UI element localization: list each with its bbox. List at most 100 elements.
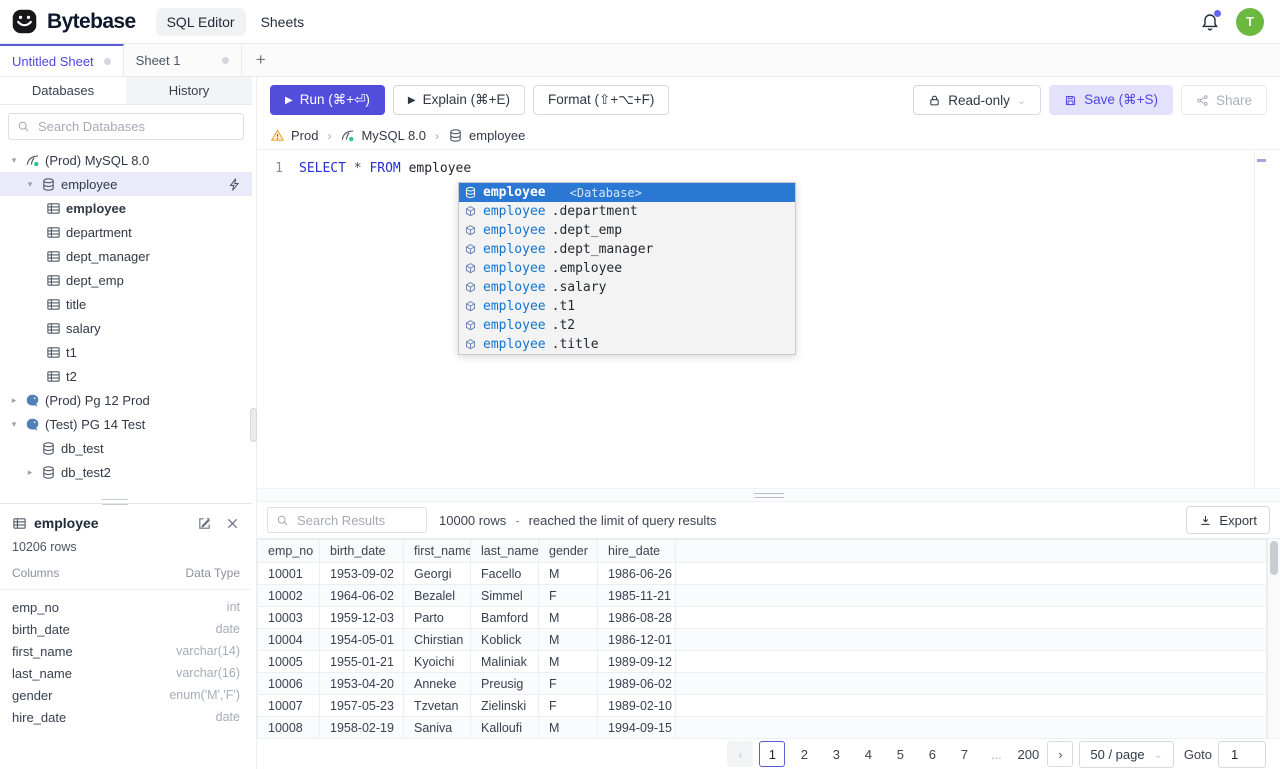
- share-button[interactable]: Share: [1180, 85, 1267, 115]
- nav-sql-editor[interactable]: SQL Editor: [155, 7, 246, 36]
- table-cell[interactable]: Maliniak: [470, 650, 539, 673]
- table-cell[interactable]: Anneke: [403, 672, 471, 695]
- tree-item-pg14-instance[interactable]: ▾ (Test) PG 14 Test: [0, 412, 252, 436]
- table-row[interactable]: 10004 1954-05-01 Chirstian Koblick M 1986-12-…: [257, 628, 1267, 651]
- tree-item-mysql-instance[interactable]: ▾ (Prod) MySQL 8.0: [0, 148, 252, 172]
- page-button-6[interactable]: 6: [919, 741, 945, 767]
- caret-right-icon[interactable]: ▸: [24, 467, 36, 478]
- table-cell[interactable]: 1985-11-21: [597, 584, 676, 607]
- sidebar-resize-handle[interactable]: [250, 408, 257, 442]
- tree-item-pg12-instance[interactable]: ▸ (Prod) Pg 12 Prod: [0, 388, 252, 412]
- tree-item-table-salary[interactable]: salary: [0, 316, 252, 340]
- tree-item-table-title[interactable]: title: [0, 292, 252, 316]
- table-cell[interactable]: Simmel: [470, 584, 539, 607]
- table-cell[interactable]: Koblick: [470, 628, 539, 651]
- table-cell[interactable]: 1989-06-02: [597, 672, 676, 695]
- table-cell[interactable]: Bezalel: [403, 584, 471, 607]
- table-row[interactable]: 10005 1955-01-21 Kyoichi Maliniak M 1989-09-1…: [257, 650, 1267, 673]
- suggest-item[interactable]: employee .salary: [459, 278, 795, 297]
- page-button-5[interactable]: 5: [887, 741, 913, 767]
- table-cell[interactable]: Tzvetan: [403, 694, 471, 717]
- table-cell[interactable]: 1994-09-15: [597, 716, 676, 738]
- table-row[interactable]: 10001 1953-09-02 Georgi Facello M 1986-06-26: [257, 562, 1267, 585]
- tree-item-employee-db[interactable]: ▾ employee: [0, 172, 252, 196]
- table-cell[interactable]: 10002: [257, 584, 320, 607]
- next-page-button[interactable]: ›: [1047, 741, 1074, 767]
- table-cell[interactable]: 1986-12-01: [597, 628, 676, 651]
- tab-dirty-indicator[interactable]: [221, 56, 229, 64]
- tab-databases[interactable]: Databases: [0, 77, 126, 104]
- breadcrumb-env[interactable]: Prod: [270, 128, 318, 143]
- search-databases-input[interactable]: [36, 118, 235, 135]
- table-cell[interactable]: 1955-01-21: [319, 650, 404, 673]
- table-cell[interactable]: 1957-05-23: [319, 694, 404, 717]
- caret-down-icon[interactable]: ▾: [24, 179, 36, 190]
- table-cell[interactable]: Georgi: [403, 562, 471, 585]
- suggest-item[interactable]: employee .t1: [459, 297, 795, 316]
- column-header[interactable]: last_name: [470, 539, 539, 563]
- page-button-7[interactable]: 7: [951, 741, 977, 767]
- table-cell[interactable]: F: [538, 584, 598, 607]
- editor-minimap[interactable]: [1254, 150, 1266, 488]
- table-cell[interactable]: Kyoichi: [403, 650, 471, 673]
- code-line[interactable]: 1 SELECT * FROM employee: [257, 159, 1280, 178]
- table-cell[interactable]: 1986-08-28: [597, 606, 676, 629]
- suggest-item[interactable]: employee .department: [459, 202, 795, 221]
- table-cell[interactable]: M: [538, 650, 598, 673]
- column-header[interactable]: first_name: [403, 539, 471, 563]
- table-row[interactable]: 10002 1964-06-02 Bezalel Simmel F 1985-11-21: [257, 584, 1267, 607]
- search-results-input[interactable]: [295, 511, 418, 529]
- table-cell[interactable]: Chirstian: [403, 628, 471, 651]
- table-cell[interactable]: 10004: [257, 628, 320, 651]
- prev-page-button[interactable]: ‹: [727, 741, 754, 767]
- table-cell[interactable]: 10003: [257, 606, 320, 629]
- table-cell[interactable]: 1959-12-03: [319, 606, 404, 629]
- column-header[interactable]: birth_date: [319, 539, 404, 563]
- page-button-2[interactable]: 2: [791, 741, 817, 767]
- table-cell[interactable]: M: [538, 562, 598, 585]
- table-cell[interactable]: Saniva: [403, 716, 471, 738]
- avatar[interactable]: T: [1236, 7, 1264, 36]
- tree-item-table-department[interactable]: department: [0, 220, 252, 244]
- table-cell[interactable]: 10001: [257, 562, 320, 585]
- table-cell[interactable]: 1986-06-26: [597, 562, 676, 585]
- table-cell[interactable]: M: [538, 628, 598, 651]
- table-cell[interactable]: 10005: [257, 650, 320, 673]
- suggest-item[interactable]: employee .title: [459, 335, 795, 354]
- tree-item-table-dept-manager[interactable]: dept_manager: [0, 244, 252, 268]
- tab-history[interactable]: History: [126, 77, 252, 104]
- suggest-item[interactable]: employee .dept_manager: [459, 240, 795, 259]
- table-cell[interactable]: M: [538, 716, 598, 738]
- table-cell[interactable]: 1989-09-12: [597, 650, 676, 673]
- table-cell[interactable]: 1953-04-20: [319, 672, 404, 695]
- table-cell[interactable]: Preusig: [470, 672, 539, 695]
- readonly-mode-button[interactable]: Read-only ⌄: [913, 85, 1042, 115]
- panel-resize-handle[interactable]: [102, 499, 128, 505]
- close-icon[interactable]: [225, 516, 240, 531]
- caret-down-icon[interactable]: ▾: [8, 155, 20, 166]
- table-cell[interactable]: 10008: [257, 716, 320, 738]
- tree-item-table-t1[interactable]: t1: [0, 340, 252, 364]
- notification-bell-icon[interactable]: [1200, 9, 1221, 32]
- database-search[interactable]: [8, 113, 244, 140]
- table-cell[interactable]: 1958-02-19: [319, 716, 404, 738]
- suggest-item[interactable]: employee .t2: [459, 316, 795, 335]
- results-search[interactable]: [267, 507, 427, 533]
- column-header[interactable]: hire_date: [597, 539, 676, 563]
- table-cell[interactable]: 10006: [257, 672, 320, 695]
- results-splitter[interactable]: [257, 488, 1280, 502]
- table-cell[interactable]: 1964-06-02: [319, 584, 404, 607]
- tree-item-table-dept-emp[interactable]: dept_emp: [0, 268, 252, 292]
- scrollbar-thumb[interactable]: [1270, 541, 1278, 575]
- tab-untitled-sheet[interactable]: Untitled Sheet: [0, 44, 124, 76]
- table-cell[interactable]: Parto: [403, 606, 471, 629]
- tree-item-table-t2[interactable]: t2: [0, 364, 252, 388]
- run-button[interactable]: ▶ Run (⌘+⏎): [270, 85, 385, 115]
- page-button-4[interactable]: 4: [855, 741, 881, 767]
- breadcrumb-database[interactable]: employee: [448, 128, 525, 143]
- table-row[interactable]: 10003 1959-12-03 Parto Bamford M 1986-08-28: [257, 606, 1267, 629]
- page-button-3[interactable]: 3: [823, 741, 849, 767]
- tree-item-db-test2[interactable]: ▸ db_test2: [0, 460, 252, 484]
- goto-page-input[interactable]: [1218, 740, 1266, 768]
- tab-dirty-indicator[interactable]: [103, 57, 111, 65]
